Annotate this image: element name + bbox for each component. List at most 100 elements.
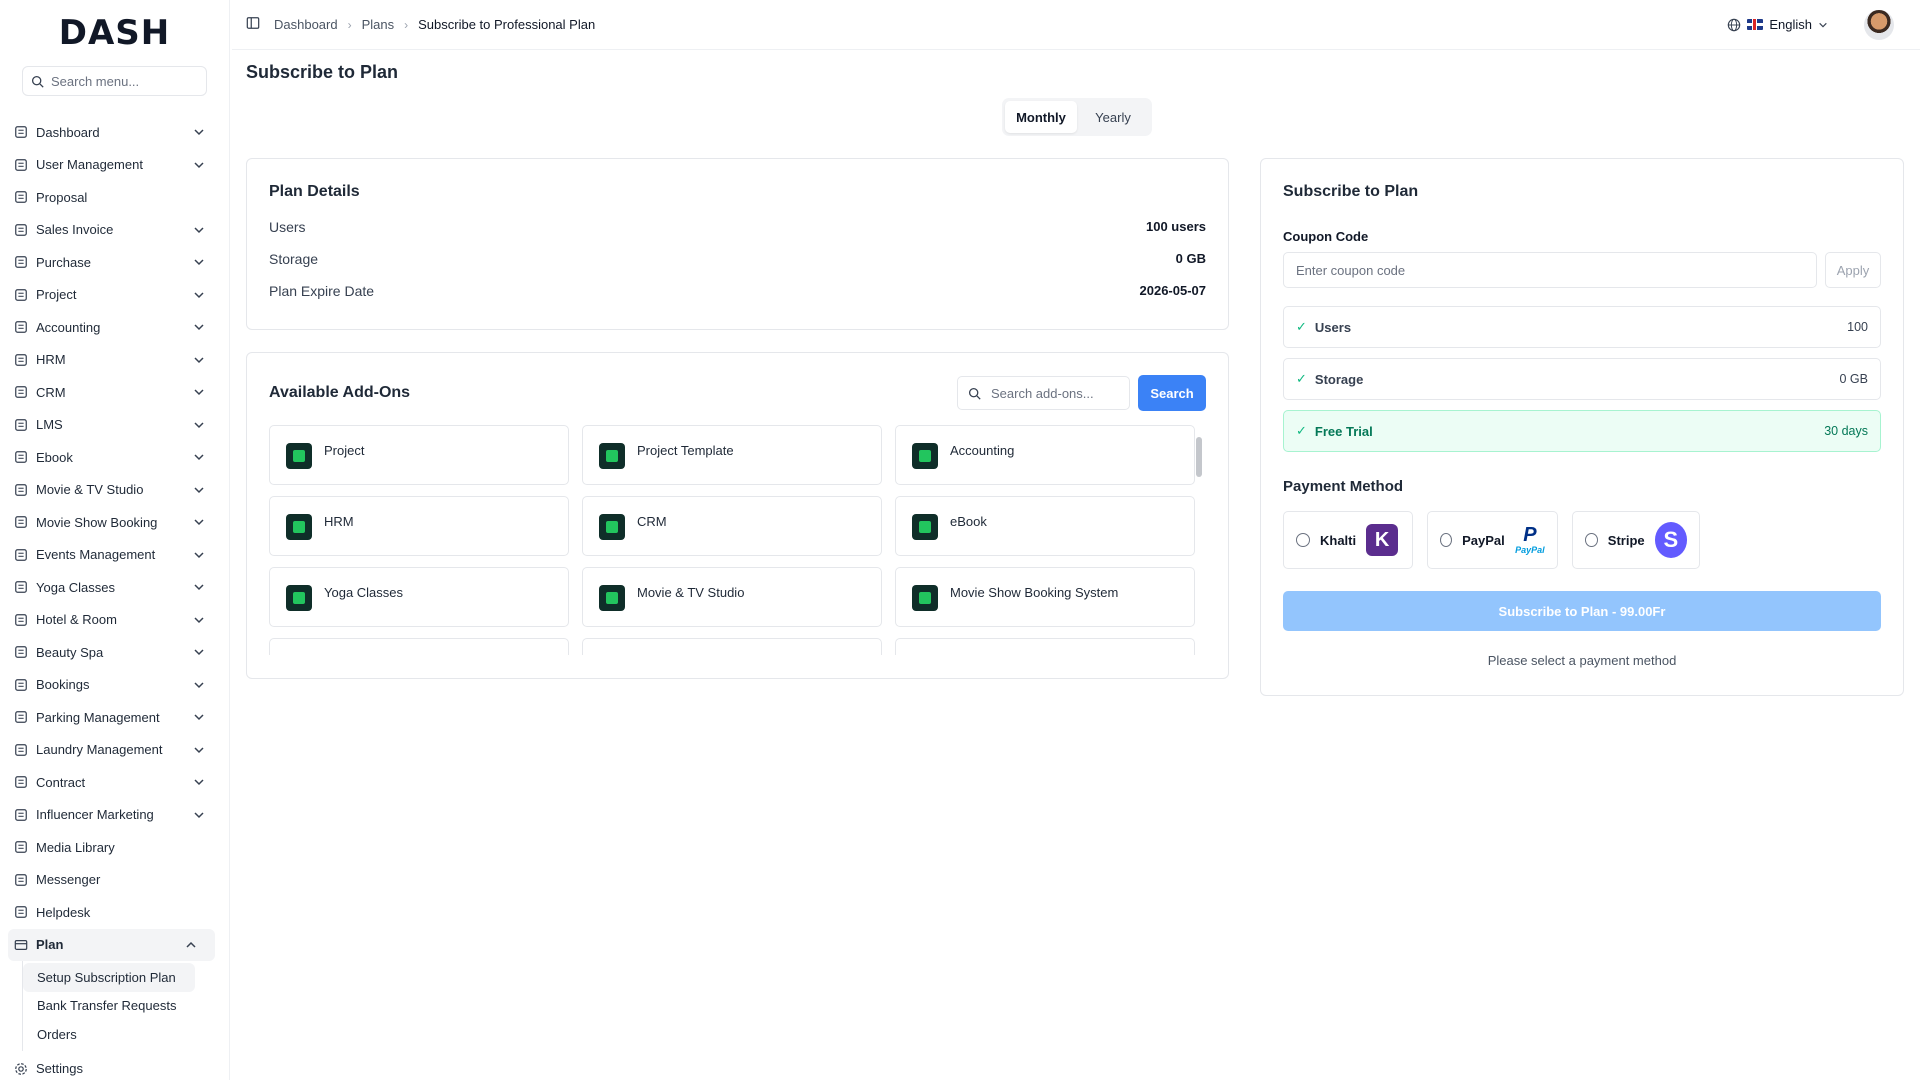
sidebar-item-messenger[interactable]: Messenger (0, 864, 229, 897)
subscribe-button[interactable]: Subscribe to Plan - 99.00Fr (1283, 591, 1881, 631)
paypal-radio[interactable] (1440, 533, 1453, 547)
addon-card[interactable]: Project (269, 425, 569, 485)
addon-card[interactable]: Movie & TV Studio (582, 567, 882, 627)
sidebar-item-label: Project (36, 287, 77, 303)
sub-item-bank-transfer-requests[interactable]: Bank Transfer Requests (23, 992, 195, 1021)
plan-detail-label: Storage (269, 251, 319, 267)
chevron-down-icon (194, 714, 204, 721)
addon-card[interactable] (895, 638, 1195, 655)
plan-detail-row: Storage 0 GB (269, 251, 1206, 269)
sidebar-item-proposal[interactable]: Proposal (0, 181, 229, 214)
sidebar-item-user-management[interactable]: User Management (0, 149, 229, 182)
chevron-up-icon (186, 941, 196, 948)
page-title: Subscribe to Plan (246, 62, 399, 82)
check-icon: ✓ (1296, 423, 1307, 438)
chevron-down-icon (194, 389, 204, 396)
sidebar-item-hotel-room[interactable]: Hotel & Room (0, 604, 229, 637)
feature-value: 0 GB (1839, 372, 1869, 386)
chevron-down-icon (194, 227, 204, 233)
sidebar-item-crm[interactable]: CRM (0, 376, 229, 409)
sidebar-item-movie-tv-studio[interactable]: Movie & TV Studio (0, 474, 229, 507)
addon-icon (599, 585, 625, 611)
addon-icon (599, 514, 625, 540)
addon-card[interactable]: CRM (582, 496, 882, 556)
addon-card[interactable]: Accounting (895, 425, 1195, 485)
payment-method-title: Payment Method (1283, 478, 1404, 495)
logo[interactable]: DASH (0, 0, 229, 66)
uk-flag-icon (1747, 19, 1764, 30)
payment-option-khalti[interactable]: Khalti K (1283, 511, 1413, 569)
sidebar: DASH Search menu... Dashboard User Manage… (0, 0, 230, 1080)
payment-option-label: Khalti (1320, 532, 1357, 548)
khalti-radio[interactable] (1296, 533, 1310, 547)
sidebar-item-movie-show-booking[interactable]: Movie Show Booking (0, 506, 229, 539)
sidebar-item-helpdesk[interactable]: Helpdesk (0, 896, 229, 929)
feature-label: Free Trial (1314, 423, 1373, 439)
yearly-toggle-button[interactable]: Yearly (1077, 101, 1149, 133)
addon-scrollbar[interactable] (1196, 431, 1202, 653)
top-header: Dashboard › Plans › Subscribe to Profess… (232, 0, 1920, 50)
addon-card[interactable]: Yoga Classes (269, 567, 569, 627)
sidebar-item-parking-management[interactable]: Parking Management (0, 701, 229, 734)
sidebar-item-sales-invoice[interactable]: Sales Invoice (0, 214, 229, 247)
sidebar-item-ebook[interactable]: Ebook (0, 441, 229, 474)
addon-icon (286, 585, 312, 611)
sidebar-item-project[interactable]: Project (0, 279, 229, 312)
sidebar-item-label: Ebook (36, 449, 73, 465)
sidebar-item-contract[interactable]: Contract (0, 766, 229, 799)
addon-search-button[interactable]: Search (1138, 375, 1206, 411)
sub-item-setup-subscription-plan[interactable]: Setup Subscription Plan (23, 963, 195, 992)
payment-note: Please select a payment method (1487, 653, 1677, 668)
crown-icon (14, 808, 28, 822)
sidebar-item-accounting[interactable]: Accounting (0, 311, 229, 344)
sidebar-item-label: Movie Show Booking (36, 514, 158, 530)
sidebar-item-media-library[interactable]: Media Library (0, 831, 229, 864)
addon-card[interactable]: eBook (895, 496, 1195, 556)
addon-card[interactable] (582, 638, 882, 655)
sub-item-orders[interactable]: Orders (23, 1020, 195, 1049)
sidebar-item-events-management[interactable]: Events Management (0, 539, 229, 572)
sidebar-item-purchase[interactable]: Purchase (0, 246, 229, 279)
sidebar-item-lms[interactable]: LMS (0, 409, 229, 442)
sidebar-item-yoga-classes[interactable]: Yoga Classes (0, 571, 229, 604)
coupon-row: Enter coupon code Apply (1283, 252, 1881, 288)
hotel-icon (14, 613, 28, 627)
logo-text: DASH (58, 13, 171, 53)
sidebar-item-label: Bookings (36, 677, 90, 693)
sidebar-item-influencer-marketing[interactable]: Influencer Marketing (0, 799, 229, 832)
payment-option-paypal[interactable]: PayPal P PayPal (1427, 511, 1558, 569)
plan-features: ✓ Users 100 ✓ Storage 0 GB ✓ Free Trial 30 days (1283, 306, 1881, 452)
addon-card[interactable]: Movie Show Booking System (895, 567, 1195, 627)
invoice-icon (14, 223, 28, 237)
addon-card[interactable]: HRM (269, 496, 569, 556)
sidebar-item-settings[interactable]: Settings (0, 1053, 229, 1080)
addon-card[interactable] (269, 638, 569, 655)
payment-option-stripe[interactable]: Stripe S (1572, 511, 1700, 569)
search-icon (31, 75, 44, 88)
apply-coupon-button[interactable]: Apply (1825, 252, 1881, 288)
scrollbar-thumb[interactable] (1196, 437, 1202, 477)
sidebar-item-hrm[interactable]: HRM (0, 344, 229, 377)
addon-icon (286, 514, 312, 540)
breadcrumb-dashboard[interactable]: Dashboard (274, 17, 338, 32)
search-menu-placeholder: Search menu... (51, 73, 140, 89)
search-menu-input[interactable]: Search menu... (22, 66, 207, 96)
language-selector[interactable]: English (1727, 17, 1828, 32)
language-label: English (1769, 17, 1812, 32)
sidebar-item-dashboard[interactable]: Dashboard (0, 116, 229, 149)
sidebar-toggle-icon[interactable] (246, 16, 260, 33)
coupon-input[interactable]: Enter coupon code (1283, 252, 1817, 288)
sidebar-item-plan[interactable]: Plan (8, 928, 215, 961)
sidebar-item-beauty-spa[interactable]: Beauty Spa (0, 636, 229, 669)
breadcrumb-plans[interactable]: Plans (362, 17, 395, 32)
sidebar-item-label: Influencer Marketing (36, 807, 154, 823)
user-avatar[interactable] (1864, 9, 1894, 40)
monthly-toggle-button[interactable]: Monthly (1005, 101, 1077, 133)
addon-card[interactable]: Project Template (582, 425, 882, 485)
sidebar-item-laundry-management[interactable]: Laundry Management (0, 734, 229, 767)
stripe-radio[interactable] (1585, 533, 1598, 547)
sidebar-item-bookings[interactable]: Bookings (0, 669, 229, 702)
main-content: Subscribe to Plan Monthly Yearly Plan De… (246, 50, 1904, 696)
plan-detail-row: Users 100 users (269, 219, 1206, 237)
addon-search-input[interactable]: Search add-ons... (957, 376, 1130, 410)
